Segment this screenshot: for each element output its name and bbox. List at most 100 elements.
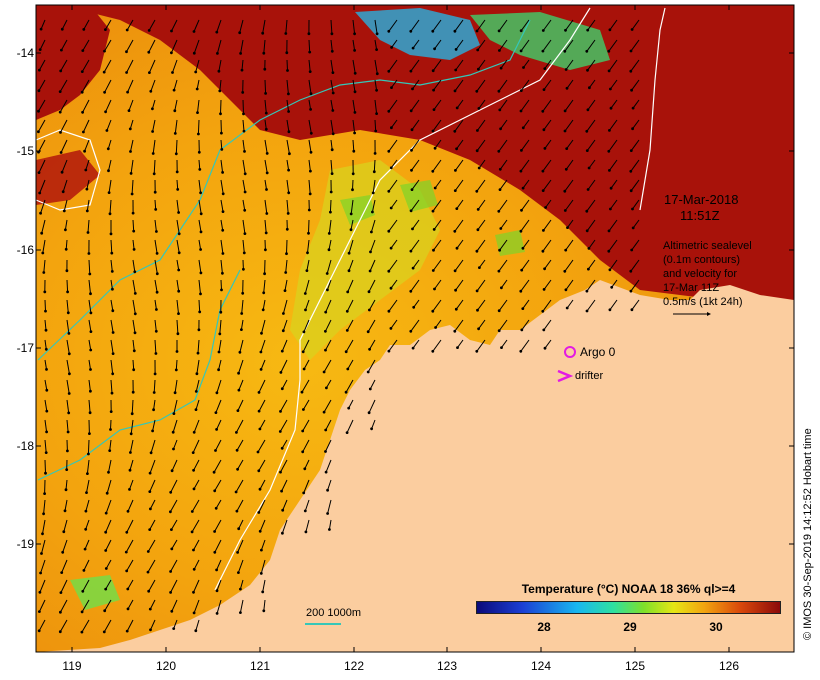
velocity-arrow: [286, 239, 288, 254]
velocity-arrow-head: [59, 591, 63, 594]
velocity-arrow-head: [243, 172, 247, 176]
velocity-arrow-head: [368, 308, 371, 312]
velocity-arrow-head: [151, 152, 155, 155]
velocity-arrow-head: [431, 169, 435, 173]
velocity-arrow-head: [125, 28, 129, 32]
velocity-arrow-head: [169, 570, 173, 573]
velocity-arrow-head: [498, 49, 501, 52]
velocity-arrow-head: [375, 112, 378, 115]
velocity-arrow-head: [37, 171, 41, 175]
velocity-arrow-head: [174, 368, 178, 372]
velocity-arrow-head: [499, 227, 503, 230]
velocity-arrow-head: [476, 308, 479, 312]
velocity-arrow-head: [213, 530, 217, 533]
velocity-arrow-head: [132, 368, 136, 372]
velocity-arrow-head: [132, 229, 136, 233]
velocity-arrow-head: [263, 67, 267, 71]
velocity-arrow-head: [563, 49, 567, 53]
velocity-arrow-head: [80, 90, 84, 94]
velocity-arrow-head: [374, 129, 378, 133]
velocity-arrow-head: [631, 127, 634, 131]
velocity-arrow-head: [498, 188, 502, 192]
velocity-arrow-head: [565, 147, 569, 151]
velocity-arrow-head: [110, 391, 114, 395]
velocity-arrow-head: [265, 171, 269, 175]
velocity-arrow-head: [389, 206, 393, 210]
drifter-label: drifter: [575, 370, 604, 382]
velocity-arrow-head: [43, 290, 47, 294]
velocity-arrow-head: [62, 530, 66, 534]
velocity-arrow-head: [192, 30, 196, 33]
velocity-arrow-head: [81, 110, 84, 114]
velocity-arrow-head: [349, 212, 353, 216]
velocity-arrow-head: [126, 587, 130, 591]
velocity-arrow-head: [89, 348, 93, 352]
velocity-arrow-head: [390, 46, 393, 49]
velocity-arrow-head: [215, 391, 219, 395]
velocity-arrow-head: [102, 70, 106, 74]
velocity-arrow-head: [264, 111, 268, 115]
velocity-arrow-head: [286, 212, 290, 215]
velocity-arrow-head: [37, 629, 41, 633]
velocity-arrow-head: [329, 190, 333, 194]
velocity-arrow-head: [214, 506, 218, 510]
velocity-arrow-head: [353, 49, 356, 52]
velocity-arrow-head: [585, 49, 589, 53]
velocity-arrow-head: [256, 450, 260, 454]
velocity-arrow-head: [390, 126, 393, 130]
velocity-arrow-head: [155, 290, 159, 294]
velocity-arrow-head: [103, 90, 106, 94]
velocity-arrow-head: [64, 488, 68, 492]
velocity-arrow-head: [107, 169, 110, 173]
velocity-arrow-head: [373, 152, 377, 155]
velocity-arrow-head: [541, 309, 545, 313]
velocity-arrow-head: [221, 228, 225, 232]
velocity-arrow-head: [37, 109, 40, 113]
velocity-arrow-head: [308, 50, 312, 54]
velocity-arrow-head: [133, 270, 137, 274]
velocity-arrow-head: [243, 190, 247, 194]
y-tick-label: -14: [16, 46, 34, 60]
velocity-arrow-head: [303, 292, 307, 295]
velocity-arrow-head: [325, 386, 328, 390]
velocity-arrow-head: [520, 268, 524, 272]
velocity-arrow-head: [152, 408, 156, 412]
velocity-arrow-head: [630, 88, 633, 92]
colorbar-tick: 29: [623, 620, 637, 634]
velocity-arrow-head: [128, 468, 132, 472]
velocity-arrow-head: [387, 189, 391, 193]
date-label: 17-Mar-2018: [664, 192, 739, 207]
velocity-arrow-head: [498, 248, 501, 252]
velocity-arrow-head: [609, 207, 612, 211]
velocity-arrow-head: [287, 110, 290, 113]
velocity-arrow-head: [85, 209, 89, 213]
colorbar: [476, 601, 781, 614]
velocity-arrow-head: [500, 286, 503, 290]
velocity-arrow-head: [84, 527, 88, 531]
velocity-arrow-head: [80, 610, 84, 614]
velocity-arrow-head: [105, 129, 109, 132]
velocity-arrow-head: [175, 350, 179, 353]
velocity-arrow-head: [58, 90, 62, 93]
velocity-arrow-head: [453, 29, 457, 33]
velocity-arrow-head: [177, 211, 181, 214]
velocity-arrow-head: [521, 126, 525, 130]
velocity-arrow-head: [125, 569, 129, 573]
velocity-arrow-head: [345, 309, 349, 313]
velocity-arrow-head: [44, 451, 48, 454]
velocity-arrow-head: [587, 166, 591, 170]
velocity-arrow-head: [588, 86, 591, 90]
velocity-arrow-head: [410, 128, 414, 132]
velocity-arrow-head: [353, 32, 356, 36]
velocity-arrow-head: [586, 108, 590, 112]
velocity-arrow-head: [67, 352, 71, 356]
velocity-arrow-head: [369, 250, 372, 254]
velocity-arrow-head: [149, 507, 152, 511]
velocity-arrow-head: [238, 31, 242, 35]
velocity-arrow-head: [89, 311, 93, 315]
velocity-arrow-head: [104, 511, 108, 515]
velocity-arrow-head: [301, 450, 305, 454]
velocity-arrow-head: [147, 589, 151, 593]
velocity-arrow-head: [351, 188, 354, 192]
velocity-arrow-head: [199, 230, 203, 234]
